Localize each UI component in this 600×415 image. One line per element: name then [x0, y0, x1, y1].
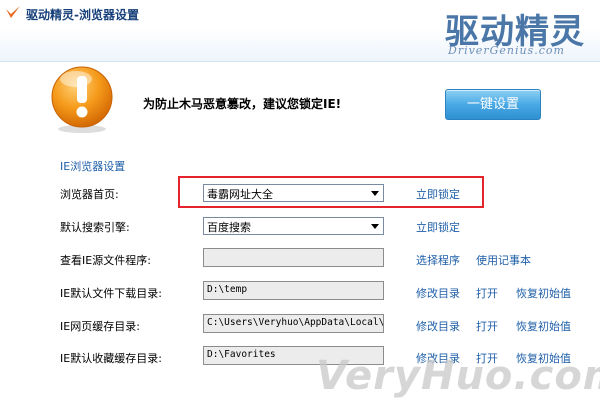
cache-change-dir-link[interactable]: 修改目录 — [416, 318, 460, 334]
app-logo-icon — [6, 6, 20, 18]
download-dir-field[interactable]: D:\temp — [203, 281, 384, 300]
use-notepad-link[interactable]: 使用记事本 — [476, 252, 531, 268]
warning-message: 为防止木马恶意篡改，建议您锁定IE! — [143, 97, 342, 111]
choose-program-link[interactable]: 选择程序 — [416, 252, 460, 268]
download-dir-value: D:\temp — [207, 284, 248, 295]
watermark: VeryHuo.com — [316, 353, 600, 399]
brand-logo-en: DriverGenius.com — [448, 44, 565, 57]
source-viewer-label: 查看IE源文件程序: — [60, 254, 151, 267]
cache-dir-value: C:\Users\Veryhuo\AppData\Local\M — [207, 317, 384, 328]
cache-dir-label: IE网页缓存目录: — [60, 320, 140, 333]
cache-dir-field[interactable]: C:\Users\Veryhuo\AppData\Local\M — [203, 314, 384, 333]
one-key-setup-button[interactable]: 一键设置 — [445, 89, 541, 120]
homepage-label: 浏览器首页: — [60, 188, 119, 201]
source-viewer-field[interactable] — [203, 248, 384, 267]
lock-search-engine-link[interactable]: 立即锁定 — [416, 219, 460, 235]
cache-restore-default-link[interactable]: 恢复初始值 — [516, 318, 571, 334]
favorites-dir-value: D:\Favorites — [207, 349, 276, 360]
download-dir-label: IE默认文件下载目录: — [60, 287, 162, 300]
ie-settings-section-title: IE浏览器设置 — [60, 160, 126, 173]
search-engine-select[interactable]: 百度搜索 — [203, 217, 384, 235]
download-restore-default-link[interactable]: 恢复初始值 — [516, 285, 571, 301]
download-change-dir-link[interactable]: 修改目录 — [416, 285, 460, 301]
favorites-dir-label: IE默认收藏缓存目录: — [60, 352, 162, 365]
highlight-box — [178, 176, 484, 208]
dropdown-arrow-icon — [371, 224, 379, 229]
window-title: 驱动精灵-浏览器设置 — [26, 8, 139, 22]
search-engine-select-value: 百度搜索 — [207, 221, 251, 234]
header-banner: 驱动精灵-浏览器设置 驱动精灵 DriverGenius.com — [0, 0, 600, 62]
cache-open-link[interactable]: 打开 — [476, 318, 498, 334]
warning-icon — [51, 66, 113, 133]
download-open-link[interactable]: 打开 — [476, 285, 498, 301]
search-engine-label: 默认搜索引擎: — [60, 221, 130, 234]
